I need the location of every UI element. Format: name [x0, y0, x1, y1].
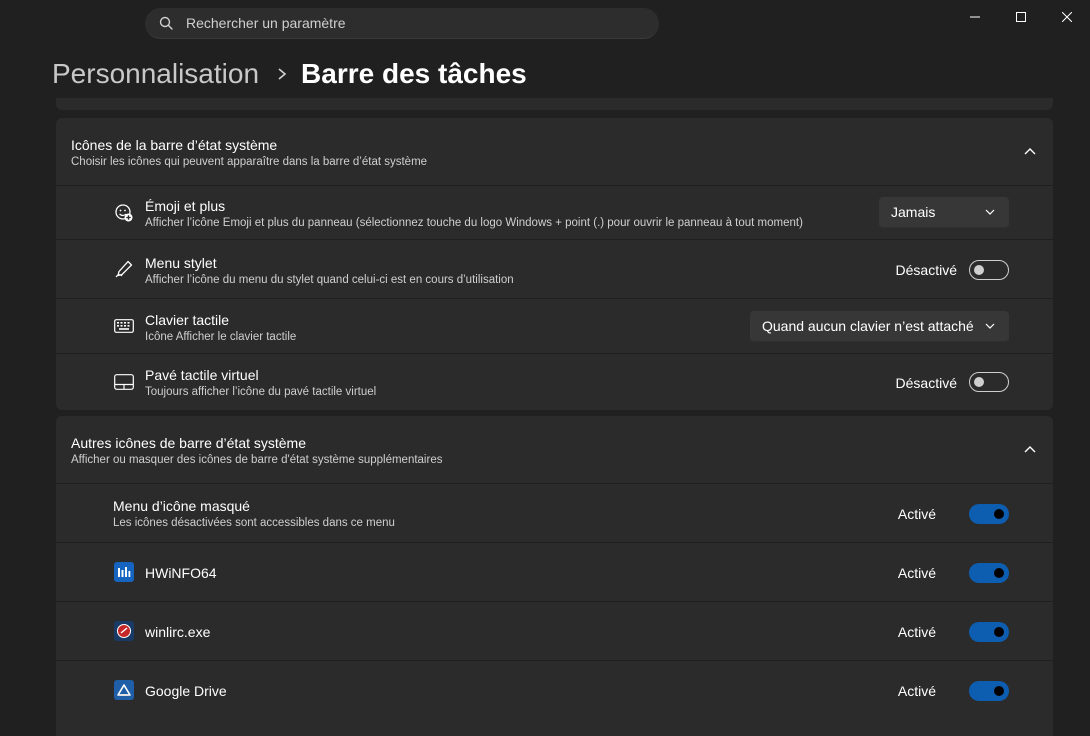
virtual-touchpad-toggle[interactable]	[969, 372, 1009, 392]
google-drive-icon	[114, 680, 134, 700]
toggle-state-label: Activé	[897, 506, 936, 522]
chevron-up-icon[interactable]	[1023, 442, 1037, 456]
chevron-up-icon[interactable]	[1023, 144, 1037, 158]
chevron-down-icon	[985, 209, 995, 215]
tray-icons-card: Icônes de la barre d’état système Choisi…	[56, 118, 1053, 410]
toggle-state-label: Activé	[897, 624, 936, 640]
chevron-down-icon	[985, 323, 995, 329]
dropdown-value: Quand aucun clavier n’est attaché	[762, 318, 974, 334]
toggle-state-label: Activé	[897, 565, 936, 581]
setting-row-hidden-icon-menu: Menu d’icône masqué Les icônes désactivé…	[56, 484, 1053, 543]
setting-title: Google Drive	[145, 683, 227, 699]
setting-row-virtual-touchpad: Pavé tactile virtuel Toujours afficher l…	[56, 354, 1053, 410]
touchpad-icon	[114, 372, 134, 392]
chevron-right-icon	[277, 67, 287, 81]
card-subtitle: Afficher ou masquer des icônes de barre …	[71, 454, 443, 466]
previous-card-edge	[56, 98, 1053, 110]
setting-title: winlirc.exe	[145, 624, 211, 640]
minimize-button[interactable]	[952, 0, 998, 34]
minimize-icon	[970, 16, 980, 18]
emoji-dropdown[interactable]: Jamais	[879, 197, 1009, 228]
setting-description: Icône Afficher le clavier tactile	[145, 331, 297, 343]
setting-title: Émoji et plus	[145, 198, 226, 214]
breadcrumb-parent[interactable]: Personnalisation	[52, 58, 259, 90]
setting-row-touch-keyboard: Clavier tactile Icône Afficher le clavie…	[56, 299, 1053, 354]
card-title: Autres icônes de barre d’état système	[71, 435, 307, 451]
breadcrumb: Personnalisation Barre des tâches	[52, 58, 527, 90]
page-title: Barre des tâches	[301, 58, 527, 89]
setting-title: Pavé tactile virtuel	[145, 367, 259, 383]
keyboard-icon	[114, 316, 134, 336]
winlirc-icon	[114, 621, 134, 641]
pen-icon	[114, 259, 134, 279]
hidden-icon-menu-toggle[interactable]	[969, 504, 1009, 524]
pen-menu-toggle[interactable]	[969, 260, 1009, 280]
maximize-icon	[1016, 12, 1026, 22]
emoji-icon	[114, 203, 134, 223]
settings-content[interactable]: Icônes de la barre d’état système Choisi…	[56, 98, 1053, 736]
tray-icons-header[interactable]: Icônes de la barre d’état système Choisi…	[56, 118, 1053, 186]
setting-title: Menu d’icône masqué	[113, 498, 250, 514]
other-icons-card: Autres icônes de barre d’état système Af…	[56, 416, 1053, 736]
other-icons-header[interactable]: Autres icônes de barre d’état système Af…	[56, 416, 1053, 484]
card-title: Icônes de la barre d’état système	[71, 137, 278, 153]
google-drive-toggle[interactable]	[969, 681, 1009, 701]
card-subtitle: Choisir les icônes qui peuvent apparaîtr…	[71, 156, 428, 168]
setting-title: HWiNFO64	[145, 565, 217, 581]
setting-row-emoji: Émoji et plus Afficher l’icône Emoji et …	[56, 186, 1053, 240]
setting-description: Les icônes désactivées sont accessibles …	[113, 517, 395, 529]
search-box[interactable]	[145, 8, 659, 39]
setting-title: Menu stylet	[145, 255, 217, 271]
window-controls	[952, 0, 1090, 34]
maximize-button[interactable]	[998, 0, 1044, 34]
setting-row-hwinfo64: HWiNFO64 Activé	[56, 543, 1053, 602]
setting-row-pen-menu: Menu stylet Afficher l’icône du menu du …	[56, 240, 1053, 299]
toggle-state-label: Désactivé	[895, 375, 957, 391]
touch-keyboard-dropdown[interactable]: Quand aucun clavier n’est attaché	[750, 311, 1009, 342]
search-icon	[159, 16, 173, 30]
close-icon	[1062, 12, 1072, 22]
close-button[interactable]	[1044, 0, 1090, 34]
setting-title: Clavier tactile	[145, 312, 230, 328]
winlirc-toggle[interactable]	[969, 622, 1009, 642]
toggle-state-label: Désactivé	[895, 262, 957, 278]
hwinfo64-toggle[interactable]	[969, 563, 1009, 583]
search-input[interactable]	[186, 15, 606, 31]
setting-description: Afficher l’icône Emoji et plus du pannea…	[145, 217, 803, 229]
setting-description: Toujours afficher l’icône du pavé tactil…	[145, 386, 377, 398]
setting-row-winlirc: winlirc.exe Activé	[56, 602, 1053, 661]
hwinfo-icon	[114, 562, 134, 582]
toggle-state-label: Activé	[897, 683, 936, 699]
dropdown-value: Jamais	[891, 204, 936, 220]
setting-row-google-drive: Google Drive Activé	[56, 661, 1053, 720]
setting-description: Afficher l’icône du menu du stylet quand…	[145, 274, 514, 286]
